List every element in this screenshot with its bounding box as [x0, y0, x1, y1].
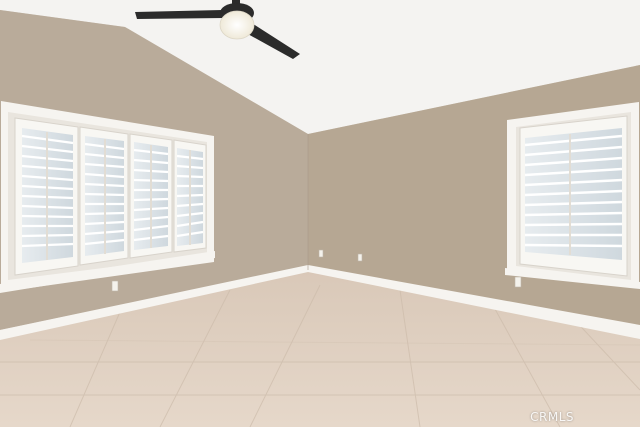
room-photo: CRMLS — [0, 0, 640, 427]
fan-light — [219, 10, 255, 40]
watermark-text: CRMLS — [530, 410, 574, 424]
outlet-icon — [318, 249, 324, 258]
left-window-shutters — [14, 117, 207, 276]
room-illustration — [0, 0, 640, 427]
outlet-icon — [514, 276, 522, 288]
outlet-icon — [111, 280, 119, 292]
outlet-icon — [357, 253, 363, 262]
right-window — [505, 102, 640, 289]
